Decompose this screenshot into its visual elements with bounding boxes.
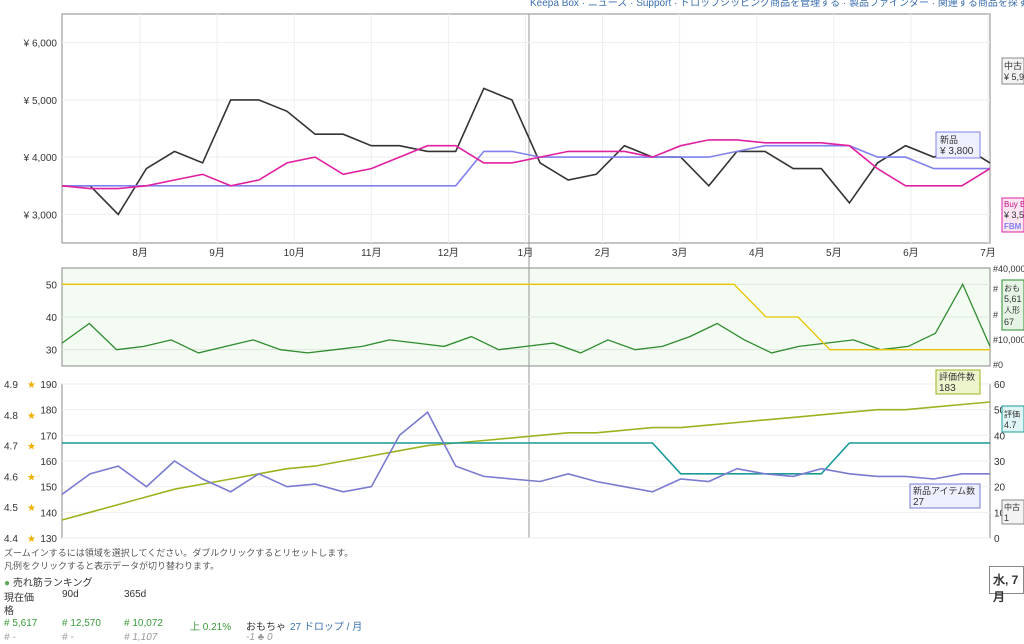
date-box: 水, 7月 — [989, 566, 1024, 604]
star-icon: ★ — [27, 411, 36, 422]
label-newcount-value: 27 — [913, 497, 925, 508]
y-tick-label: 50 — [46, 280, 58, 291]
y-tick-right: 30 — [994, 457, 1006, 468]
label-rank-value: 5,61 — [1004, 294, 1022, 304]
row1-90d: # 12,570 — [62, 618, 101, 629]
x-tick-label: 9月 — [209, 247, 225, 259]
label-buybox-value: ¥ 3,5 — [1003, 210, 1024, 220]
y-tick-mid: 140 — [40, 508, 57, 519]
sales-rank-title[interactable]: ● 売れ筋ランキング — [4, 574, 93, 589]
label-new-value: ¥ 3,800 — [939, 146, 974, 157]
x-tick-label: 7月 — [980, 247, 996, 259]
price-panel[interactable] — [61, 13, 991, 244]
y-tick-star: 4.9 — [4, 380, 18, 391]
row1-category[interactable]: おもちゃ — [246, 618, 286, 633]
y-tick-right: #40,000 — [993, 264, 1024, 274]
y-tick-mid: 190 — [40, 380, 57, 391]
label-usedcount-name: 中古 — [1004, 502, 1020, 512]
row2-extra: -1 ♣ 0 — [246, 632, 273, 643]
zoom-hint: ズームインするには領域を選択してください。ダブルクリックするとリセットします。 — [4, 548, 354, 558]
y-tick-label: ¥ 6,000 — [23, 39, 58, 50]
y-tick-label: ¥ 5,000 — [23, 96, 58, 107]
label-count-value: 183 — [939, 383, 956, 394]
col-current-2: 格 — [4, 606, 14, 617]
y-tick-mid: 150 — [40, 483, 57, 494]
x-tick-label: 10月 — [284, 247, 305, 259]
x-tick-label: 11月 — [361, 247, 381, 259]
y-tick-star: 4.5 — [4, 503, 18, 514]
y-tick-star: 4.8 — [4, 411, 18, 422]
x-tick-label: 12月 — [438, 247, 459, 259]
y-tick-star: 4.4 — [4, 534, 18, 545]
label-rank-name: おも — [1004, 284, 1020, 293]
y-tick-mid: 180 — [40, 406, 57, 417]
legend-hint: 凡例をクリックすると表示データが切り替わります。 — [4, 561, 220, 571]
star-icon: ★ — [27, 472, 36, 483]
sales-rank-label: 売れ筋ランキング — [12, 578, 93, 589]
x-tick-label: 5月 — [826, 247, 842, 259]
y-tick-label: 40 — [46, 313, 58, 324]
y-tick-right: 0 — [994, 534, 1000, 545]
label-count-name: 評価件数 — [939, 371, 975, 382]
row2-90d: # - — [62, 632, 74, 643]
x-tick-label: 8月 — [132, 247, 148, 259]
x-tick-label: 3月 — [672, 247, 688, 259]
label-doll-value: 67 — [1004, 317, 1014, 327]
y-tick-right: 60 — [994, 380, 1006, 391]
y-tick-star: 4.7 — [4, 442, 18, 453]
y-tick-right: 20 — [994, 483, 1006, 494]
label-used-name: 中古 — [1004, 60, 1022, 71]
star-icon: ★ — [27, 442, 36, 453]
y-tick-label: ¥ 3,000 — [23, 210, 58, 221]
label-new-name: 新品 — [940, 134, 958, 145]
label-rating-name: 評価 — [1004, 409, 1020, 419]
row2-current: # - — [4, 632, 16, 643]
label-newcount-name: 新品アイテム数 — [913, 485, 975, 496]
row1-current: # 5,617 — [4, 618, 38, 629]
row1-drop[interactable]: 27 ドロップ / 月 — [290, 618, 362, 633]
star-icon: ★ — [27, 380, 36, 391]
label-doll-name: 人形 — [1004, 306, 1020, 315]
dot-icon: ● — [4, 578, 11, 589]
star-icon: ★ — [27, 534, 36, 545]
y-tick-right: #0 — [993, 360, 1003, 370]
col-365d: 365d — [124, 589, 147, 600]
star-icon: ★ — [27, 503, 36, 514]
y-tick-mid: 170 — [40, 431, 57, 442]
y-tick-right: #10,000 — [993, 335, 1024, 345]
y-tick-mid: 160 — [40, 457, 57, 468]
y-tick-right: 40 — [994, 431, 1006, 442]
col-90d: 90d — [62, 589, 79, 600]
y-tick-right: # — [993, 310, 998, 320]
y-tick-right: # — [993, 284, 998, 294]
label-buybox-extra: FBM — [1004, 222, 1022, 231]
label-buybox-name: Buy B — [1004, 200, 1024, 209]
label-used-value: ¥ 5,9 — [1003, 72, 1024, 82]
x-tick-label: 6月 — [903, 247, 919, 259]
y-tick-label: 30 — [46, 346, 58, 357]
label-usedcount-value: 1 — [1004, 513, 1009, 523]
x-tick-label: 2月 — [595, 247, 611, 259]
y-tick-label: ¥ 4,000 — [23, 153, 58, 164]
label-rating-value: 4.7 — [1004, 420, 1017, 430]
row2-365d: # 1,107 — [124, 632, 158, 643]
y-tick-star: 4.6 — [4, 472, 18, 483]
row1-365d: # 10,072 — [124, 618, 163, 629]
row1-change: 上 0.21% — [190, 622, 232, 633]
y-tick-mid: 130 — [40, 534, 57, 545]
x-tick-label: 4月 — [749, 247, 765, 259]
x-tick-label: 1月 — [518, 247, 534, 259]
